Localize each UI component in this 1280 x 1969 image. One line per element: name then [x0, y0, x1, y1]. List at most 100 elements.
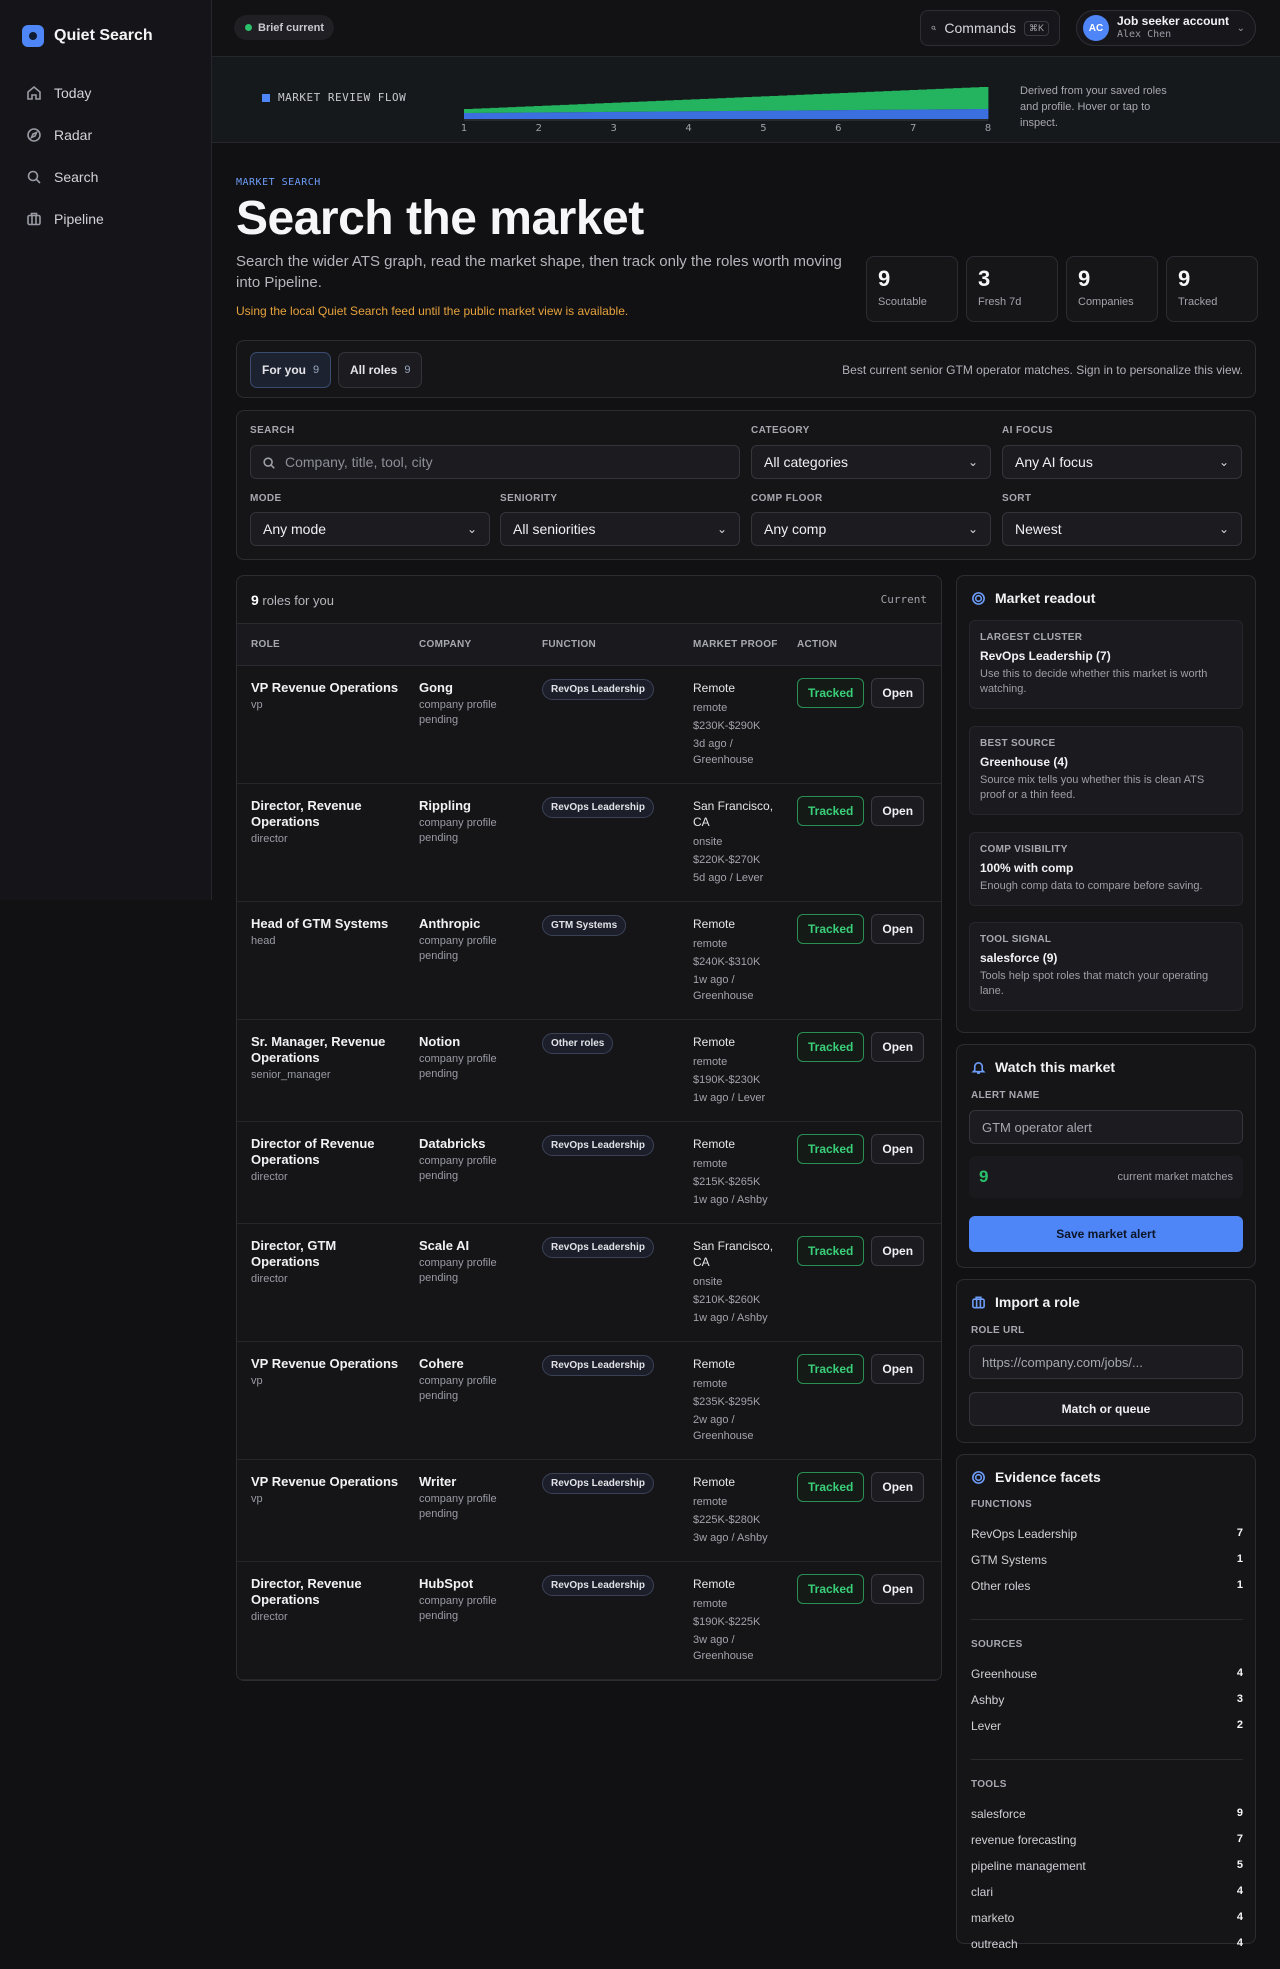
facet-item[interactable]: Greenhouse 4 [971, 1667, 1243, 1681]
facet-item[interactable]: outreach 4 [971, 1937, 1243, 1951]
tracked-button[interactable]: Tracked [797, 1472, 865, 1502]
open-button[interactable]: Open [871, 1354, 925, 1384]
sidebar-nav: Today Radar Search Pipeline [16, 72, 196, 240]
table-row[interactable]: Director of Revenue Operations director Da… [237, 1122, 941, 1224]
open-button[interactable]: Open [871, 1236, 925, 1266]
flow-bar [490, 112, 500, 119]
open-button[interactable]: Open [871, 796, 925, 826]
table-row[interactable]: VP Revenue Operations vp Writer company pro… [237, 1460, 941, 1562]
open-button[interactable]: Open [871, 914, 925, 944]
table-row[interactable]: Director, Revenue Operations director Ripp… [237, 784, 941, 902]
match-count: 9 [979, 1167, 989, 1186]
flow-bar [743, 110, 753, 119]
sidebar-item-radar[interactable]: Radar [16, 114, 196, 156]
chevron-down-icon: ⌄ [1218, 455, 1229, 469]
flow-bar [464, 109, 474, 113]
facet-item[interactable]: pipeline management 5 [971, 1859, 1243, 1873]
tracked-button[interactable]: Tracked [797, 914, 865, 944]
readout-value: Greenhouse (4) [980, 755, 1069, 769]
open-button[interactable]: Open [871, 1472, 925, 1502]
table-row[interactable]: VP Revenue Operations vp Cohere company pro… [237, 1342, 941, 1460]
tracked-button[interactable]: Tracked [797, 678, 865, 708]
role-title[interactable]: Director, Revenue Operations [251, 798, 401, 830]
open-button[interactable]: Open [871, 1032, 925, 1062]
facet-item[interactable]: revenue forecasting 7 [971, 1833, 1243, 1847]
brief-status-badge[interactable]: Brief current [234, 15, 335, 40]
table-row[interactable]: VP Revenue Operations vp Gong company profi… [237, 666, 941, 784]
table-row[interactable]: Director, GTM Operations director Scale AI… [237, 1224, 941, 1342]
sort-select[interactable]: Newest ⌄ [1002, 512, 1242, 546]
stat-label: Fresh 7d [978, 296, 1022, 308]
save-market-alert-button[interactable]: Save market alert [969, 1216, 1243, 1252]
table-row[interactable]: Director, Revenue Operations director HubS… [237, 1562, 941, 1680]
category-select[interactable]: All categories ⌄ [751, 445, 991, 479]
tab-for-you[interactable]: For you 9 [250, 352, 332, 388]
role-mode: remote [693, 702, 728, 714]
tracked-button[interactable]: Tracked [797, 1134, 865, 1164]
facet-item[interactable]: Other roles 1 [971, 1579, 1243, 1593]
facet-item[interactable]: Ashby 3 [971, 1693, 1243, 1707]
role-title[interactable]: VP Revenue Operations [251, 1474, 401, 1490]
role-url-input[interactable]: https://company.com/jobs/... [969, 1345, 1243, 1379]
flow-bar [830, 110, 840, 119]
readout-desc: Enough comp data to compare before savin… [980, 880, 1203, 892]
facet-item[interactable]: Lever 2 [971, 1719, 1243, 1733]
tracked-button[interactable]: Tracked [797, 1354, 865, 1384]
facet-count: 4 [1236, 1911, 1243, 1923]
facet-item[interactable]: marketo 4 [971, 1911, 1243, 1925]
flow-bar [664, 111, 674, 119]
sidebar-item-today[interactable]: Today [16, 72, 196, 114]
flow-bar [734, 97, 744, 111]
table-row[interactable]: Head of GTM Systems head Anthropic company … [237, 902, 941, 1020]
open-button[interactable]: Open [871, 1134, 925, 1164]
tracked-button[interactable]: Tracked [797, 1236, 865, 1266]
role-title[interactable]: Director of Revenue Operations [251, 1136, 401, 1168]
sidebar-item-label: Radar [54, 127, 93, 143]
facet-item[interactable]: RevOps Leadership 7 [971, 1527, 1243, 1541]
role-title[interactable]: Sr. Manager, Revenue Operations [251, 1034, 401, 1066]
flow-bar [874, 109, 884, 119]
flow-sparkline[interactable]: 1 2 3 4 5 6 7 8 [460, 73, 1000, 133]
account-menu[interactable]: AC Job seeker account Alex Chen ⌄ [1076, 10, 1256, 46]
sidebar-item-search[interactable]: Search [16, 156, 196, 198]
role-title[interactable]: Director, Revenue Operations [251, 1576, 401, 1608]
function-pill: RevOps Leadership [542, 1355, 654, 1376]
match-or-queue-button[interactable]: Match or queue [969, 1392, 1243, 1426]
role-title[interactable]: VP Revenue Operations [251, 1356, 401, 1372]
sidebar-item-pipeline[interactable]: Pipeline [16, 198, 196, 240]
search-input[interactable]: Company, title, tool, city [250, 445, 740, 479]
open-button[interactable]: Open [871, 678, 925, 708]
target-icon [972, 1470, 985, 1484]
select-value: Any mode [263, 521, 327, 537]
seniority-select[interactable]: All seniorities ⌄ [500, 512, 740, 546]
open-button[interactable]: Open [871, 1574, 925, 1604]
role-level: director [251, 1611, 288, 1623]
ai-focus-select[interactable]: Any AI focus ⌄ [1002, 445, 1242, 479]
flow-bar [970, 109, 980, 119]
flow-bar [507, 112, 517, 119]
role-source: 1w ago / Ashby [693, 1312, 768, 1324]
column-header: ROLE [251, 639, 280, 650]
tab-all-roles[interactable]: All roles 9 [338, 352, 423, 388]
flow-bar [926, 109, 936, 119]
role-title[interactable]: VP Revenue Operations [251, 680, 401, 696]
facet-item[interactable]: GTM Systems 1 [971, 1553, 1243, 1567]
table-row[interactable]: Sr. Manager, Revenue Operations senior_ma… [237, 1020, 941, 1122]
mode-select[interactable]: Any mode ⌄ [250, 512, 490, 546]
filter-label: CATEGORY [751, 425, 810, 436]
function-pill: RevOps Leadership [542, 1575, 654, 1596]
tracked-button[interactable]: Tracked [797, 1032, 865, 1062]
role-title[interactable]: Director, GTM Operations [251, 1238, 401, 1270]
flow-bar [970, 87, 980, 110]
comp-floor-select[interactable]: Any comp ⌄ [751, 512, 991, 546]
match-label: current market matches [1117, 1171, 1233, 1183]
alert-name-input[interactable]: GTM operator alert [969, 1110, 1243, 1144]
facet-item[interactable]: clari 4 [971, 1885, 1243, 1899]
tracked-button[interactable]: Tracked [797, 796, 865, 826]
role-title[interactable]: Head of GTM Systems [251, 916, 401, 932]
commands-button[interactable]: Commands ⌘K [920, 10, 1060, 46]
flow-bar [900, 90, 910, 110]
facet-item[interactable]: salesforce 9 [971, 1807, 1243, 1821]
brand[interactable]: Quiet Search [22, 25, 153, 47]
tracked-button[interactable]: Tracked [797, 1574, 865, 1604]
